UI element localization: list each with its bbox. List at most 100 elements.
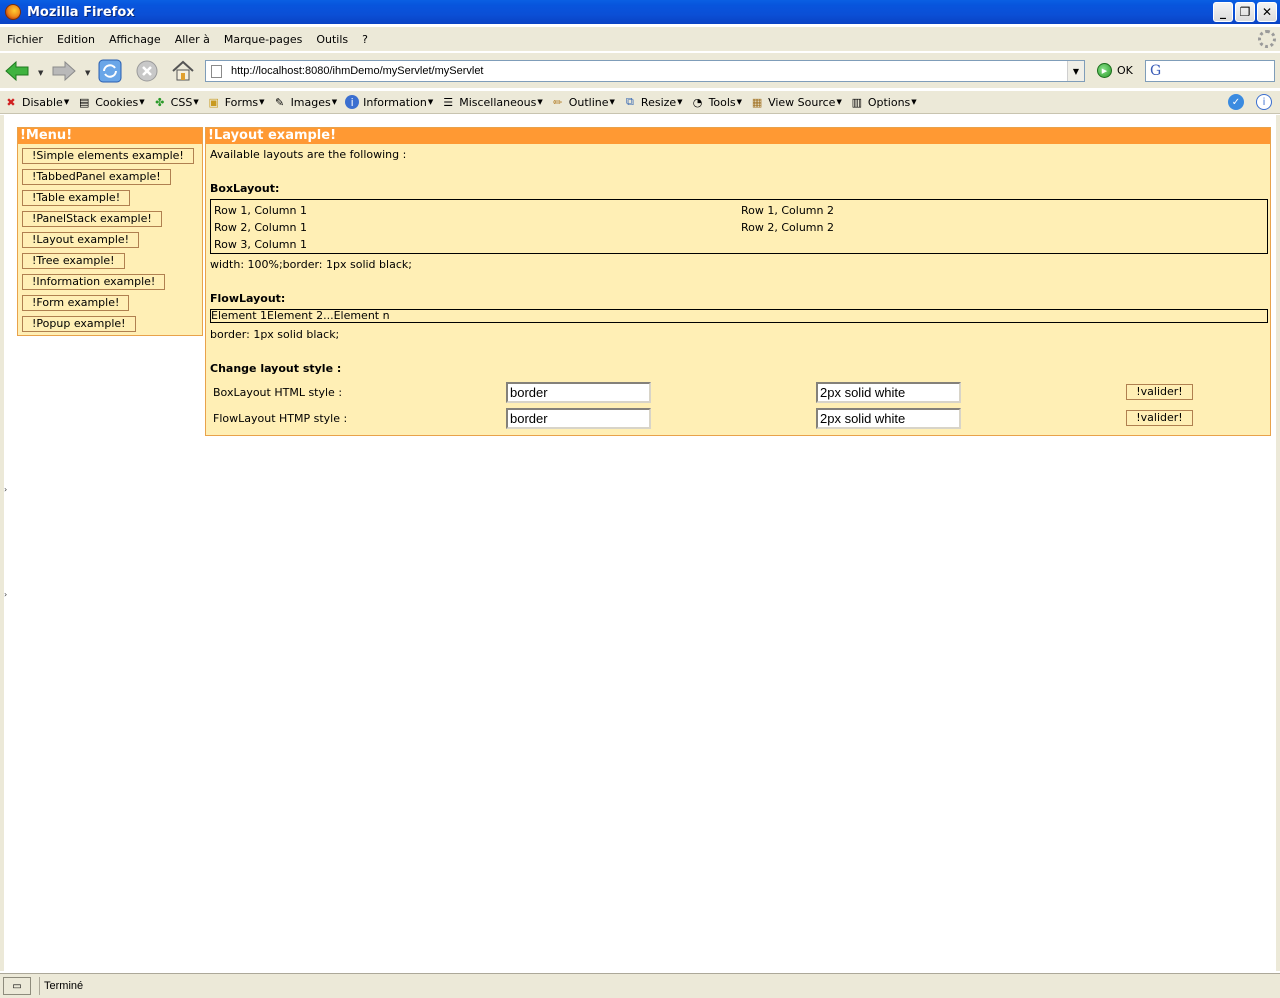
back-button[interactable]: [4, 58, 30, 84]
menu-edition[interactable]: Edition: [50, 33, 102, 46]
information-label: Information: [363, 95, 427, 109]
forms-icon: ▣: [208, 95, 219, 109]
tools-icon: ◔: [692, 95, 703, 109]
css-icon: ✤: [155, 95, 165, 109]
flowlayout-box: Element 1Element 2...Element n: [210, 309, 1268, 323]
sidebar-marker-icon: ›: [4, 485, 8, 494]
images-label: Images: [290, 95, 331, 109]
menu-form-button[interactable]: !Form example!: [22, 295, 130, 311]
miscellaneous-menu[interactable]: ☰ Miscellaneous ▼: [441, 95, 547, 109]
home-icon: [172, 60, 194, 81]
back-history-dropdown[interactable]: ▼: [38, 69, 43, 77]
flowlayout-validate-button[interactable]: !valider!: [1126, 410, 1193, 426]
search-input[interactable]: G: [1145, 60, 1275, 82]
boxlayout-cell: Row 1, Column 1: [214, 204, 307, 217]
images-menu[interactable]: ✎ Images ▼: [273, 95, 342, 109]
menu-marque-pages[interactable]: Marque-pages: [217, 33, 309, 46]
firefox-icon: [5, 4, 21, 20]
flowlayout-value-input[interactable]: [816, 408, 961, 429]
boxlayout-style-label: BoxLayout HTML style :: [213, 386, 343, 399]
outline-menu[interactable]: ✏ Outline ▼: [551, 95, 619, 109]
view-source-menu[interactable]: ▦ View Source ▼: [750, 95, 846, 109]
menu-panelstack-button[interactable]: !PanelStack example!: [22, 211, 162, 227]
window-titlebar: Mozilla Firefox _ ❐ ✕: [0, 0, 1280, 24]
forward-button[interactable]: [51, 58, 77, 84]
flowlayout-property-input[interactable]: [506, 408, 651, 429]
boxlayout-validate-button[interactable]: !valider!: [1126, 384, 1193, 400]
go-icon: ▶: [1097, 63, 1112, 78]
flowlayout-heading: FlowLayout:: [210, 292, 286, 305]
web-developer-toolbar: ✖ Disable ▼ ▤ Cookies ▼ ✤ CSS ▼ ▣ Forms ▼ ✎ Image…: [0, 90, 1280, 114]
menu-aller[interactable]: Aller à: [168, 33, 217, 46]
outline-label: Outline: [568, 95, 609, 109]
information-menu[interactable]: i Information ▼: [345, 95, 437, 109]
resize-menu[interactable]: ⧉ Resize ▼: [623, 95, 687, 109]
url-bar[interactable]: http://localhost:8080/ihmDemo/myServlet/…: [205, 60, 1085, 82]
menu-panel: !Menu! !Simple elements example! !Tabbed…: [17, 127, 203, 336]
flowlayout-style-text: border: 1px solid black;: [210, 328, 340, 341]
connection-icon: ▭: [3, 977, 31, 995]
close-button[interactable]: ✕: [1257, 2, 1277, 22]
view-source-icon: ▦: [751, 95, 763, 109]
boxlayout-heading: BoxLayout:: [210, 182, 280, 195]
boxlayout-cell: Row 2, Column 2: [741, 221, 834, 234]
options-icon: ▥: [851, 95, 863, 109]
information-icon: i: [345, 95, 360, 109]
css-label: CSS: [170, 95, 193, 109]
url-dropdown-icon[interactable]: ▼: [1067, 61, 1084, 81]
menu-popup-button[interactable]: !Popup example!: [22, 316, 136, 332]
menu-affichage[interactable]: Affichage: [102, 33, 168, 46]
disable-label: Disable: [22, 95, 63, 109]
page-icon: [211, 64, 222, 78]
reload-icon: [98, 59, 122, 83]
reload-button[interactable]: [97, 58, 123, 84]
home-button[interactable]: [170, 58, 196, 84]
layout-panel: !Layout example! Available layouts are t…: [205, 127, 1271, 436]
menu-panel-title: !Menu!: [18, 128, 202, 144]
validation-check-icon[interactable]: ✓: [1228, 94, 1244, 110]
menu-table-button[interactable]: !Table example!: [22, 190, 131, 206]
boxlayout-cell: Row 2, Column 1: [214, 221, 307, 234]
menu-bar: Fichier Edition Affichage Aller à Marque…: [0, 27, 1280, 51]
forms-label: Forms: [224, 95, 259, 109]
menu-information-button[interactable]: !Information example!: [22, 274, 166, 290]
options-menu[interactable]: ▥ Options ▼: [850, 95, 921, 109]
google-icon[interactable]: G: [1150, 63, 1161, 79]
menu-tree-button[interactable]: !Tree example!: [22, 253, 125, 269]
menu-outils[interactable]: Outils: [309, 33, 355, 46]
status-bar: ▭ Terminé: [0, 973, 1280, 998]
boxlayout-property-input[interactable]: [506, 382, 651, 403]
images-icon: ✎: [274, 95, 285, 109]
info-status-icon[interactable]: i: [1256, 94, 1272, 110]
miscellaneous-icon: ☰: [443, 95, 454, 109]
forms-menu[interactable]: ▣ Forms ▼: [207, 95, 269, 109]
window-title: Mozilla Firefox: [27, 4, 135, 20]
forward-history-dropdown[interactable]: ▼: [85, 69, 90, 77]
url-text[interactable]: http://localhost:8080/ihmDemo/myServlet/…: [231, 65, 484, 77]
tools-label: Tools: [708, 95, 736, 109]
disable-menu[interactable]: ✖ Disable ▼: [4, 95, 73, 109]
flowlayout-style-label: FlowLayout HTMP style :: [213, 412, 348, 425]
menu-layout-button[interactable]: !Layout example!: [22, 232, 140, 248]
stop-button[interactable]: [134, 58, 160, 84]
menu-simple-elements-button[interactable]: !Simple elements example!: [22, 148, 194, 164]
view-source-label: View Source: [768, 95, 836, 109]
css-menu[interactable]: ✤ CSS ▼: [153, 95, 203, 109]
minimize-button[interactable]: _: [1213, 2, 1233, 22]
status-text: Terminé: [39, 977, 83, 995]
boxlayout-cell: Row 1, Column 2: [741, 204, 834, 217]
change-style-heading: Change layout style :: [210, 362, 342, 375]
boxlayout-value-input[interactable]: [816, 382, 961, 403]
cookies-menu[interactable]: ▤ Cookies ▼: [77, 95, 148, 109]
back-arrow-icon: [5, 60, 29, 82]
outline-icon: ✏: [553, 95, 563, 109]
go-button[interactable]: ▶ OK: [1097, 63, 1133, 78]
cookies-icon: ▤: [79, 95, 90, 109]
options-label: Options: [867, 95, 911, 109]
menu-tabbedpanel-button[interactable]: !TabbedPanel example!: [22, 169, 171, 185]
menu-fichier[interactable]: Fichier: [0, 33, 50, 46]
resize-label: Resize: [640, 95, 677, 109]
tools-menu[interactable]: ◔ Tools ▼: [691, 95, 747, 109]
maximize-button[interactable]: ❐: [1235, 2, 1255, 22]
menu-help[interactable]: ?: [355, 33, 375, 46]
